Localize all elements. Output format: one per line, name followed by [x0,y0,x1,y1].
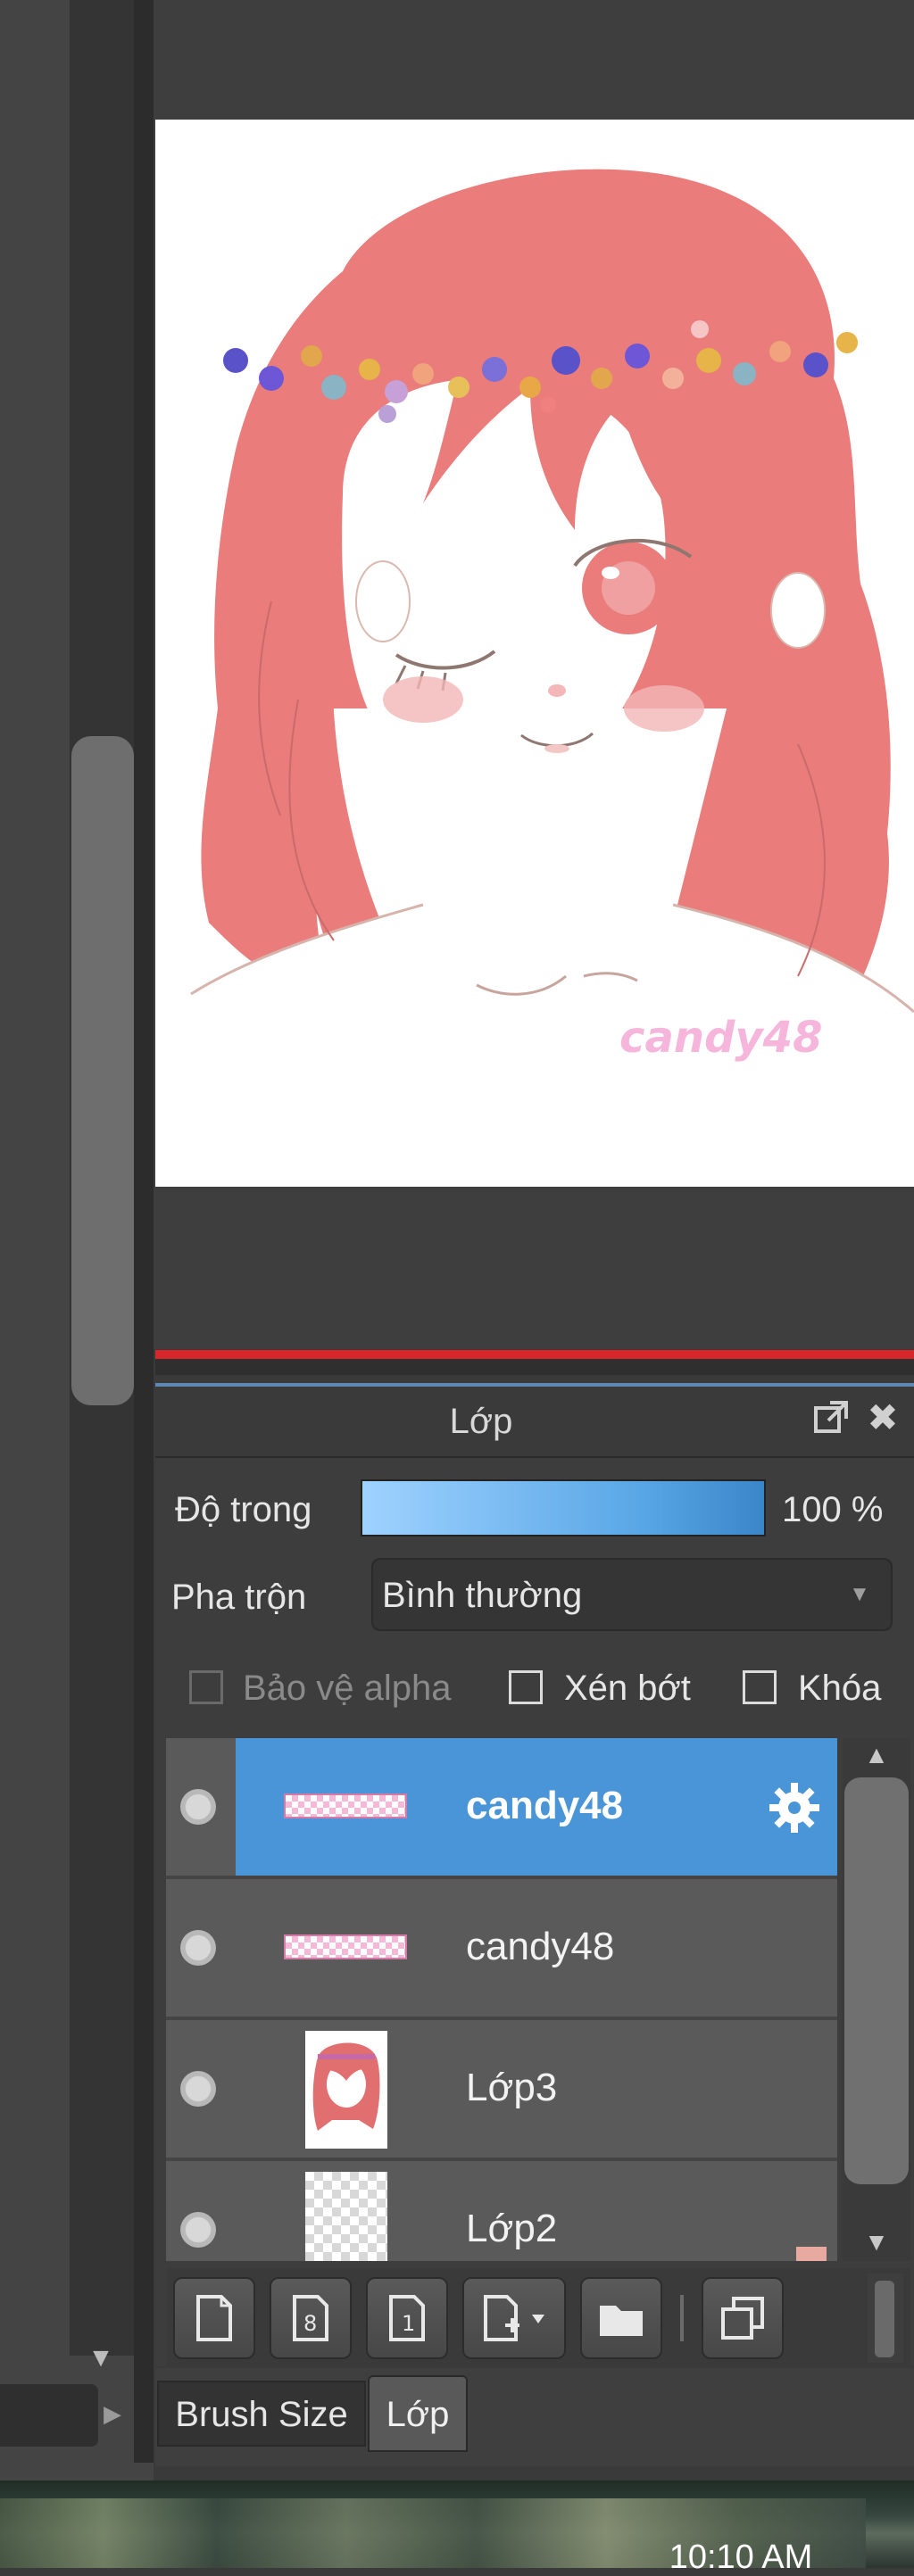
layer-thumbnail [305,2031,387,2149]
panel-title: Lớp [449,1402,513,1441]
layer-list-scroll-thumb[interactable] [844,1777,909,2184]
drawing-canvas[interactable]: candy48 [155,120,914,1187]
scroll-up-icon[interactable]: ▲ [857,1740,896,1770]
blend-mode-value: Bình thường [382,1576,583,1615]
toolbar-scroll-thumb[interactable] [875,2281,894,2357]
layer-thumbnail [284,1793,407,1818]
visibility-cell[interactable] [166,2020,236,2158]
protect-alpha-label: Bảo vệ alpha [243,1669,452,1708]
left-scroll-down-icon[interactable]: ▼ [86,2345,116,2372]
add-layer-dropdown-icon [484,2295,544,2341]
visibility-cell[interactable] [166,2161,236,2261]
artwork-illustration: candy48 [190,169,914,1187]
chevron-down-icon[interactable]: ▼ [844,1579,875,1610]
visibility-toggle-icon[interactable] [180,1930,216,1966]
left-scrollbar-thumb[interactable] [71,736,134,1405]
folder-icon [600,2306,643,2336]
tab-brush-size-label: Brush Size [175,2395,348,2434]
layer-badge [796,2247,827,2261]
close-icon[interactable]: ✖ [862,1397,903,1438]
toolbar-separator [680,2295,684,2341]
visibility-toggle-icon[interactable] [180,2071,216,2107]
new-layer-from-visible-button[interactable]: 1 [366,2277,448,2359]
layer-row[interactable]: candy48 [166,1879,837,2020]
add-layer-dropdown-button[interactable] [462,2277,566,2359]
visibility-cell[interactable] [166,1879,236,2017]
new-layer-from-visible-icon: 1 [389,2295,425,2341]
layer-name: Lớp2 [466,2207,558,2250]
blend-mode-label: Pha trộn [171,1578,307,1617]
opacity-value: 100 % [782,1490,884,1529]
left-bottom-field[interactable] [0,2384,98,2447]
scroll-down-icon[interactable]: ▼ [857,2227,896,2257]
layer-list: candy48 candy48 Lớp3 Lớp2 [166,1738,837,2261]
visibility-toggle-icon[interactable] [180,1789,216,1825]
active-indicator-line [155,1350,914,1359]
lock-label: Khóa [798,1669,882,1708]
panel-divider [134,0,154,2463]
visibility-toggle-icon[interactable] [180,2212,216,2248]
layer-name: candy48 [466,1784,624,1827]
taskbar-clock[interactable]: 10:10 AM [643,2539,839,2575]
new-folder-button[interactable] [580,2277,662,2359]
tab-layers-label: Lớp [386,2395,450,2434]
layer-row[interactable]: Lớp3 [166,2020,837,2161]
clipping-checkbox[interactable] [509,1670,543,1704]
duplicate-layer-button[interactable] [702,2277,784,2359]
layer-thumbnail [284,1934,407,1959]
protect-alpha-checkbox[interactable] [189,1670,223,1704]
new-vector-layer-icon: 8 [293,2295,328,2341]
duplicate-layer-icon [721,2297,764,2340]
opacity-label: Độ trong [175,1490,312,1529]
new-layer-button[interactable] [173,2277,255,2359]
artwork-watermark: candy48 [619,1013,822,1063]
clipping-label: Xén bớt [564,1669,691,1708]
svg-text:1: 1 [402,2311,415,2336]
layer-name: candy48 [466,1925,615,1968]
layer-thumbnail [305,2172,387,2261]
divider [155,1359,914,1375]
gear-icon[interactable] [766,1779,823,1836]
visibility-cell[interactable] [166,1738,236,1876]
layer-row[interactable]: candy48 [166,1738,837,1879]
opacity-slider[interactable] [361,1479,766,1536]
new-layer-icon [196,2295,232,2341]
layer-name: Lớp3 [466,2066,558,2109]
left-scroll-right-icon[interactable]: ▶ [104,2400,130,2431]
svg-text:8: 8 [303,2311,317,2336]
lock-checkbox[interactable] [743,1670,777,1704]
layer-row[interactable]: Lớp2 [166,2161,837,2261]
detach-icon[interactable] [810,1397,852,1438]
new-vector-layer-button[interactable]: 8 [270,2277,352,2359]
